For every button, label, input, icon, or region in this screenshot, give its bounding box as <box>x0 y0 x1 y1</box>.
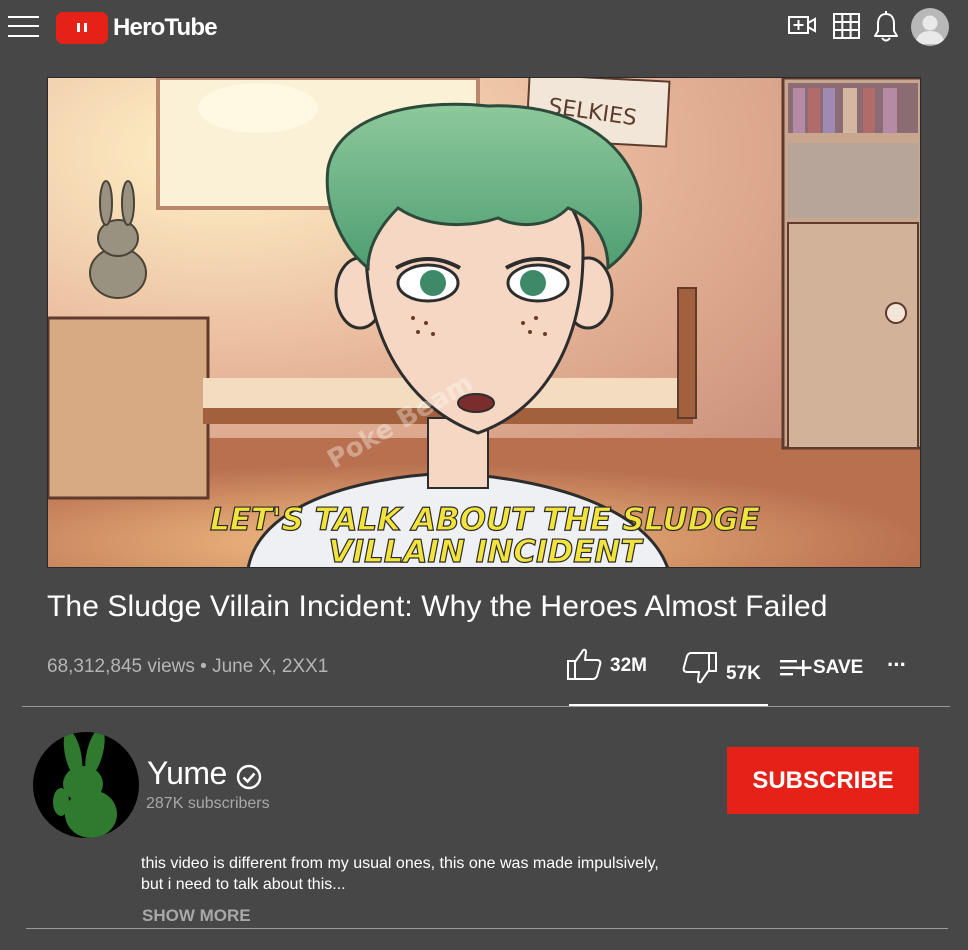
divider-top <box>22 706 950 707</box>
save-button[interactable]: SAVE <box>779 656 863 680</box>
apps-grid-icon[interactable] <box>832 12 862 40</box>
logo-play-icon <box>56 12 108 44</box>
more-actions-button[interactable]: ··· <box>887 652 907 678</box>
thumbs-up-icon <box>567 648 602 680</box>
video-title: The Sludge Villain Incident: Why the Her… <box>47 590 828 623</box>
caption-line-2: VILLAIN INCIDENT <box>328 534 644 568</box>
description-line-2: but i need to talk about this... <box>141 876 346 893</box>
video-camera-plus-icon[interactable] <box>787 14 817 36</box>
subscriber-count: 287K subscribers <box>146 795 270 812</box>
like-count: 32M <box>610 655 647 676</box>
divider-bottom <box>26 928 948 929</box>
meta-separator: • <box>200 656 207 677</box>
video-meta: 68,312,845 views • June X, 2XX1 <box>47 656 328 678</box>
save-label: SAVE <box>813 657 864 678</box>
hamburger-menu-icon[interactable] <box>8 14 40 40</box>
view-count: 68,312,845 views <box>47 656 195 677</box>
more-actions-icon: ··· <box>887 652 907 677</box>
channel-avatar[interactable] <box>33 732 139 838</box>
account-avatar-icon[interactable] <box>911 8 949 46</box>
show-more-button[interactable]: SHOW MORE <box>142 906 251 926</box>
bell-icon[interactable] <box>872 10 900 44</box>
upload-date: June X, 2XX1 <box>212 656 329 677</box>
video-description: this video is different from my usual on… <box>141 853 741 895</box>
dislike-count: 57K <box>726 663 761 684</box>
app-logo[interactable]: HeroTube <box>56 11 218 45</box>
video-player[interactable]: SELKIES Poke Beam LET'S TALK ABOUT THE S… <box>47 77 921 568</box>
app-name: HeroTube <box>113 14 218 41</box>
top-bar: HeroTube <box>0 0 968 56</box>
caption-line-1: LET'S TALK ABOUT THE SLUDGE <box>210 502 760 538</box>
check-circle-icon <box>236 764 262 790</box>
channel-name[interactable]: Yume <box>147 755 227 792</box>
thumbs-down-icon <box>682 652 717 684</box>
subscribe-button[interactable]: SUBSCRIBE <box>727 747 919 814</box>
description-line-1: this video is different from my usual on… <box>141 855 659 872</box>
video-thumbnail: SELKIES Poke Beam LET'S TALK ABOUT THE S… <box>48 78 920 568</box>
playlist-add-icon <box>780 660 812 676</box>
dislike-button[interactable]: 57K <box>682 650 761 686</box>
bunny-silhouette-icon <box>53 732 117 838</box>
like-button[interactable]: 32M <box>566 646 647 682</box>
